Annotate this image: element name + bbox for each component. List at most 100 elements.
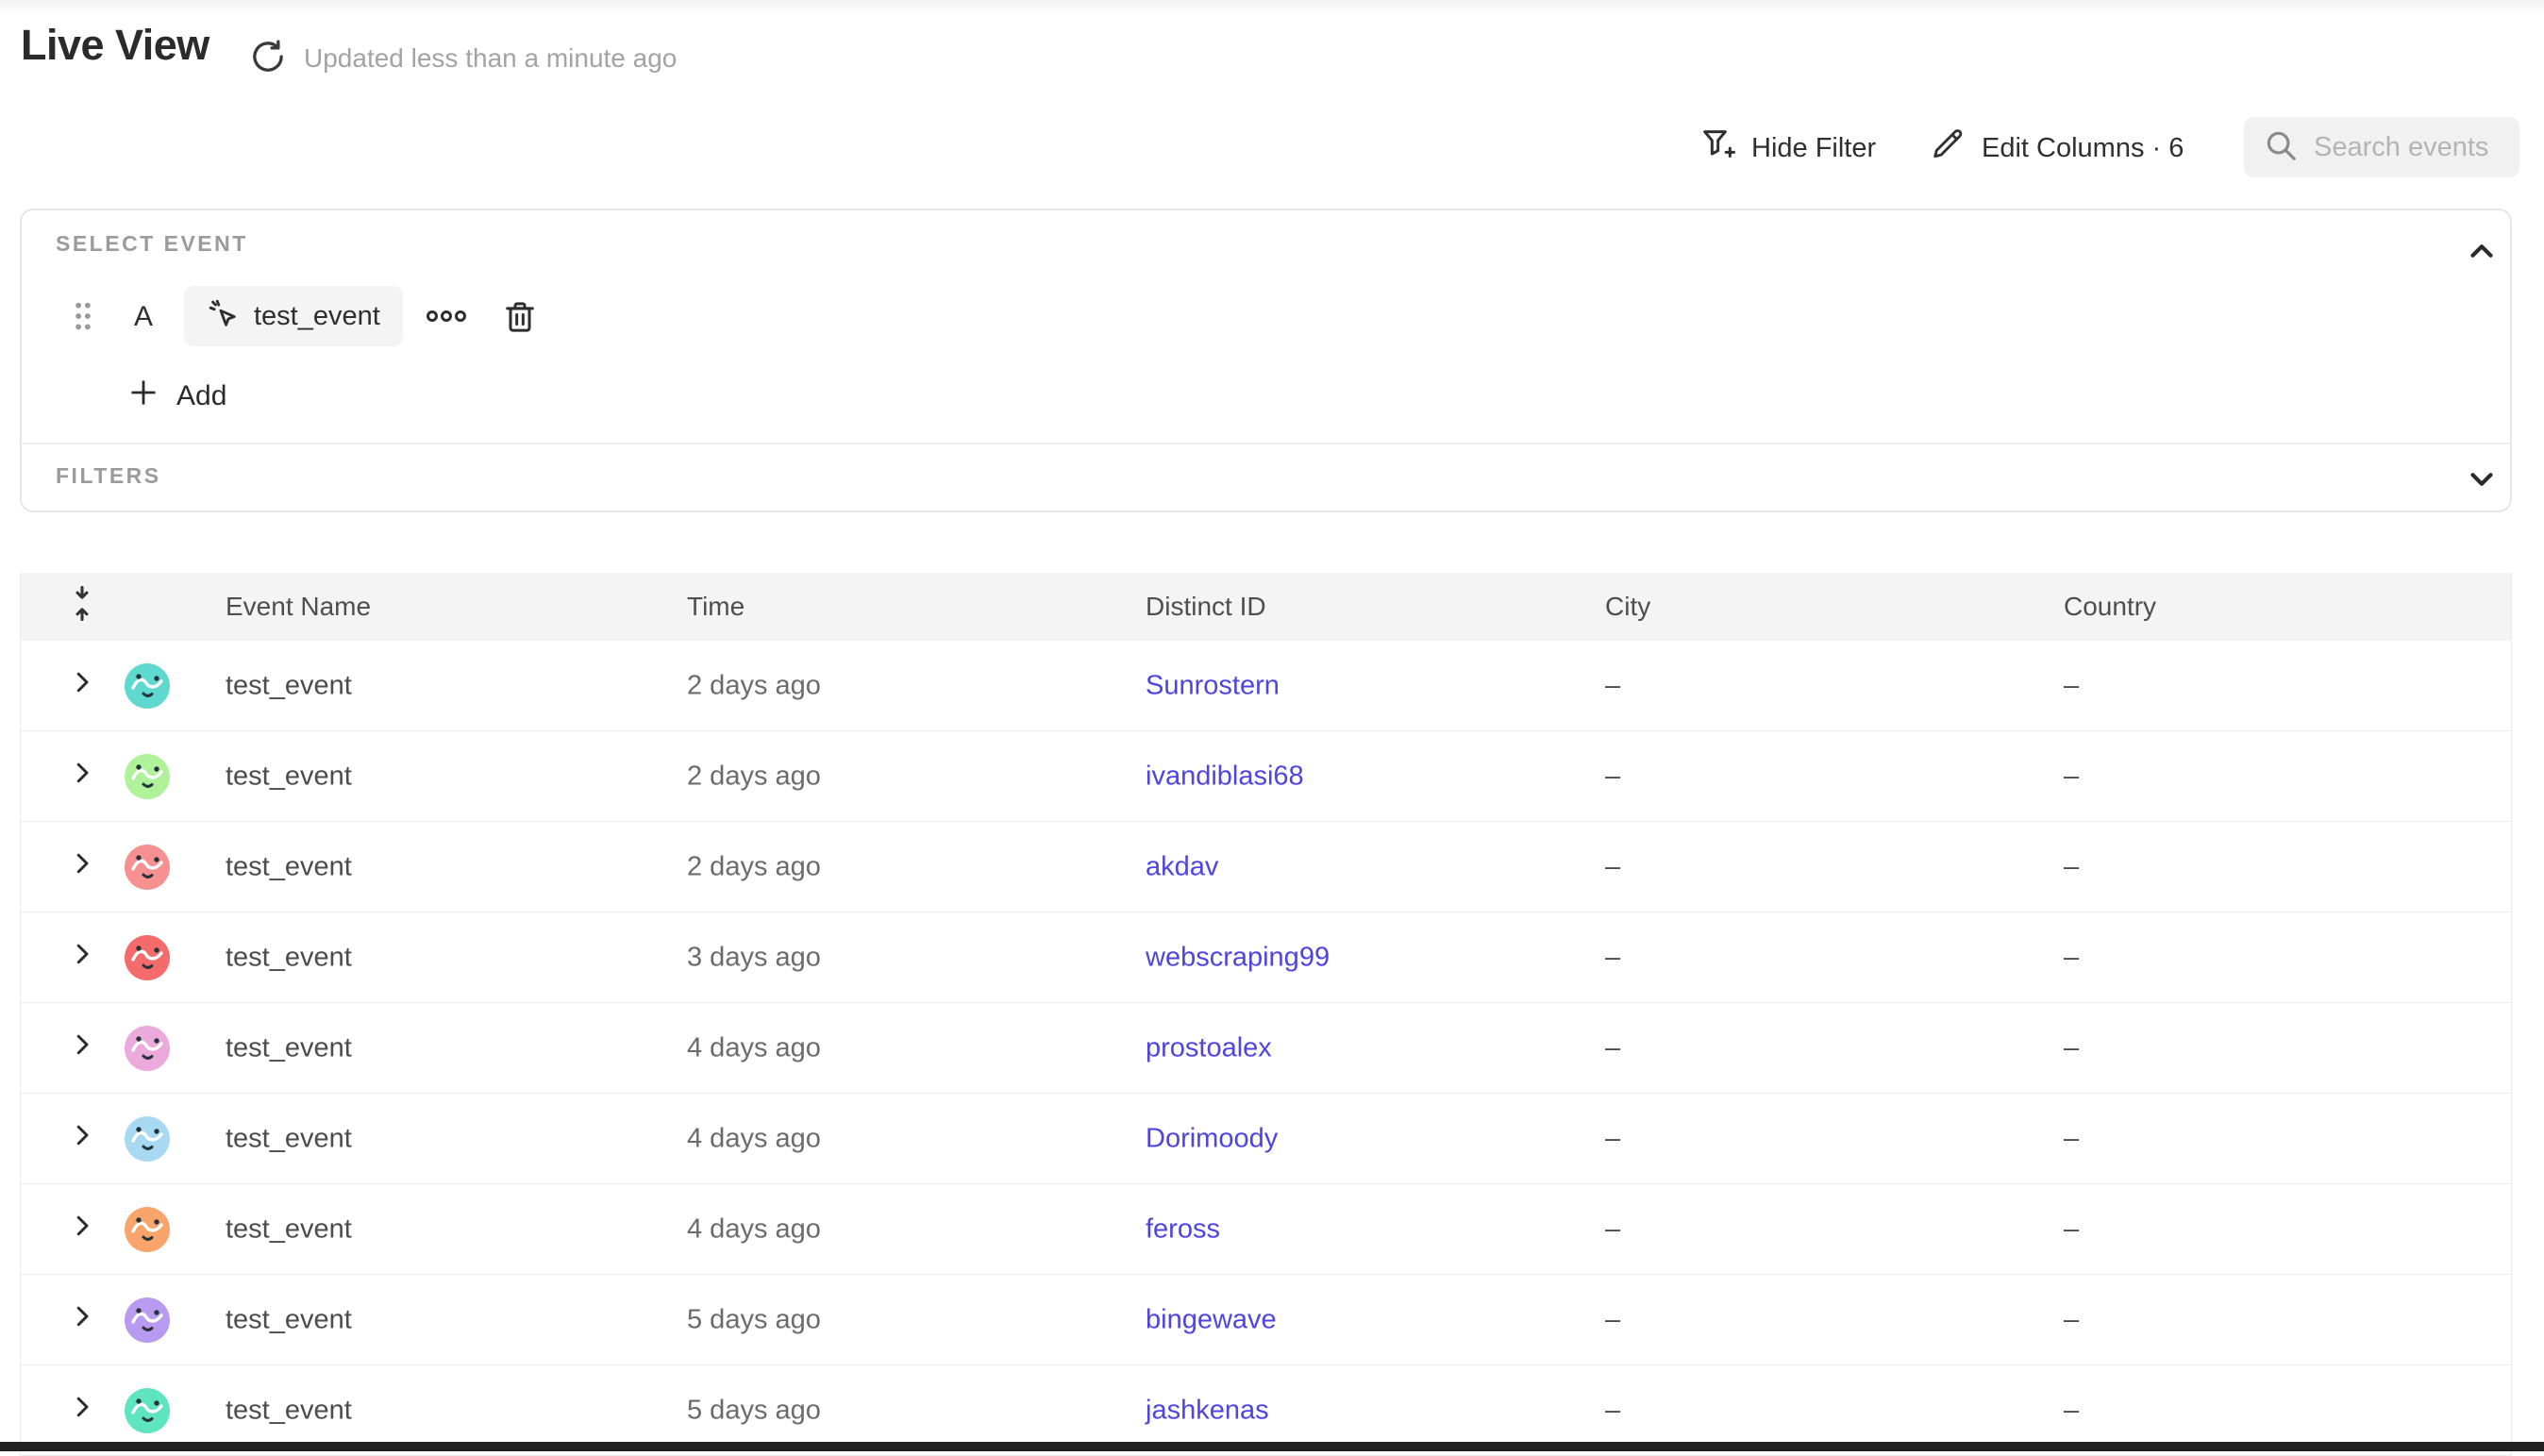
avatar [125, 1388, 170, 1433]
chevron-right-icon[interactable] [68, 849, 96, 885]
column-header-country[interactable]: Country [2064, 592, 2156, 622]
more-options-icon[interactable] [426, 305, 467, 332]
cell-time: 3 days ago [687, 942, 821, 973]
query-builder-card: SELECT EVENT A test_event [20, 209, 2512, 512]
cell-distinct-id-link[interactable]: ivandiblasi68 [1146, 761, 1304, 792]
cell-distinct-id-link[interactable]: prostoalex [1146, 1032, 1272, 1063]
event-chip-label: test_event [254, 301, 380, 332]
events-table: Event Name Time Distinct ID City Country… [20, 573, 2512, 1456]
cell-event-name: test_event [226, 942, 352, 973]
chevron-right-icon[interactable] [68, 1030, 96, 1066]
chevron-up-icon[interactable] [2464, 233, 2500, 274]
avatar [125, 754, 170, 799]
table-row: test_event 4 days ago prostoalex – – [21, 1003, 2511, 1094]
cell-city: – [1605, 1304, 1620, 1335]
cell-time: 4 days ago [687, 1123, 821, 1154]
table-row: test_event 3 days ago webscraping99 – – [21, 912, 2511, 1003]
cell-time: 4 days ago [687, 1213, 821, 1245]
cell-time: 2 days ago [687, 670, 821, 701]
cell-event-name: test_event [226, 851, 352, 882]
cell-distinct-id-link[interactable]: jashkenas [1146, 1395, 1269, 1426]
cell-event-name: test_event [226, 761, 352, 792]
cell-city: – [1605, 942, 1620, 973]
search-events-box[interactable] [2244, 117, 2519, 177]
avatar [125, 1026, 170, 1071]
table-row: test_event 2 days ago ivandiblasi68 – – [21, 731, 2511, 822]
event-select-chip[interactable]: test_event [184, 286, 403, 346]
cell-distinct-id-link[interactable]: akdav [1146, 851, 1218, 882]
add-event-button[interactable]: Add [127, 377, 226, 416]
avatar [125, 663, 170, 709]
select-event-label: SELECT EVENT [56, 231, 248, 257]
column-header-time[interactable]: Time [687, 592, 745, 622]
chevron-right-icon[interactable] [68, 668, 96, 704]
cell-country: – [2064, 1123, 2079, 1154]
cell-distinct-id-link[interactable]: Sunrostern [1146, 670, 1280, 701]
cell-event-name: test_event [226, 670, 352, 701]
top-fade-strip [0, 0, 2544, 15]
trash-icon[interactable] [501, 297, 539, 342]
hide-filter-label: Hide Filter [1751, 133, 1876, 164]
search-input[interactable] [2314, 132, 2502, 163]
pencil-icon [1931, 126, 1967, 170]
chevron-right-icon[interactable] [68, 1212, 96, 1247]
cell-country: – [2064, 851, 2079, 882]
cell-city: – [1605, 1123, 1620, 1154]
cell-country: – [2064, 670, 2079, 701]
cell-time: 2 days ago [687, 761, 821, 792]
search-icon [2263, 127, 2299, 168]
avatar [125, 1207, 170, 1252]
chevron-down-icon[interactable] [2464, 461, 2500, 502]
table-body: test_event 2 days ago Sunrostern – – tes… [21, 641, 2511, 1456]
add-label: Add [176, 380, 226, 412]
cell-event-name: test_event [226, 1123, 352, 1154]
cell-distinct-id-link[interactable]: feross [1146, 1213, 1220, 1245]
cell-distinct-id-link[interactable]: bingewave [1146, 1304, 1277, 1335]
cell-time: 4 days ago [687, 1032, 821, 1063]
table-row: test_event 4 days ago feross – – [21, 1184, 2511, 1275]
cell-city: – [1605, 1032, 1620, 1063]
cell-city: – [1605, 1213, 1620, 1245]
filters-label: FILTERS [56, 463, 161, 489]
cell-event-name: test_event [226, 1032, 352, 1063]
drag-handle-icon[interactable] [71, 297, 95, 335]
section-divider [22, 443, 2510, 444]
cell-event-name: test_event [226, 1304, 352, 1335]
table-row: test_event 4 days ago Dorimoody – – [21, 1094, 2511, 1184]
chevron-right-icon[interactable] [68, 1121, 96, 1157]
chevron-right-icon[interactable] [68, 940, 96, 976]
avatar [125, 845, 170, 890]
column-header-city[interactable]: City [1605, 592, 1650, 622]
column-header-distinct-id[interactable]: Distinct ID [1146, 592, 1266, 622]
refresh-icon[interactable] [249, 38, 287, 75]
cursor-click-icon [207, 297, 241, 336]
chevron-right-icon[interactable] [68, 1302, 96, 1338]
column-header-event-name[interactable]: Event Name [226, 592, 371, 622]
cell-time: 5 days ago [687, 1395, 821, 1426]
filter-plus-icon [1699, 126, 1736, 171]
cell-city: – [1605, 761, 1620, 792]
cell-country: – [2064, 1032, 2079, 1063]
collapse-rows-icon[interactable] [66, 585, 98, 629]
cell-city: – [1605, 670, 1620, 701]
table-row: test_event 2 days ago Sunrostern – – [21, 641, 2511, 731]
event-step-letter: A [134, 301, 153, 333]
cell-time: 2 days ago [687, 851, 821, 882]
cell-distinct-id-link[interactable]: webscraping99 [1146, 942, 1330, 973]
edit-columns-button[interactable]: Edit Columns · 6 [1931, 124, 2184, 173]
table-header-row: Event Name Time Distinct ID City Country [21, 573, 2511, 641]
chevron-right-icon[interactable] [68, 759, 96, 795]
cell-country: – [2064, 942, 2079, 973]
cell-country: – [2064, 761, 2079, 792]
plus-icon [127, 377, 159, 416]
avatar [125, 1116, 170, 1162]
hide-filter-button[interactable]: Hide Filter [1699, 124, 1876, 173]
cell-country: – [2064, 1395, 2079, 1426]
cell-country: – [2064, 1304, 2079, 1335]
updated-status: Updated less than a minute ago [304, 43, 677, 74]
cell-city: – [1605, 851, 1620, 882]
chevron-right-icon[interactable] [68, 1393, 96, 1429]
cell-event-name: test_event [226, 1213, 352, 1245]
edit-columns-label: Edit Columns · 6 [1982, 133, 2184, 164]
cell-distinct-id-link[interactable]: Dorimoody [1146, 1123, 1278, 1154]
